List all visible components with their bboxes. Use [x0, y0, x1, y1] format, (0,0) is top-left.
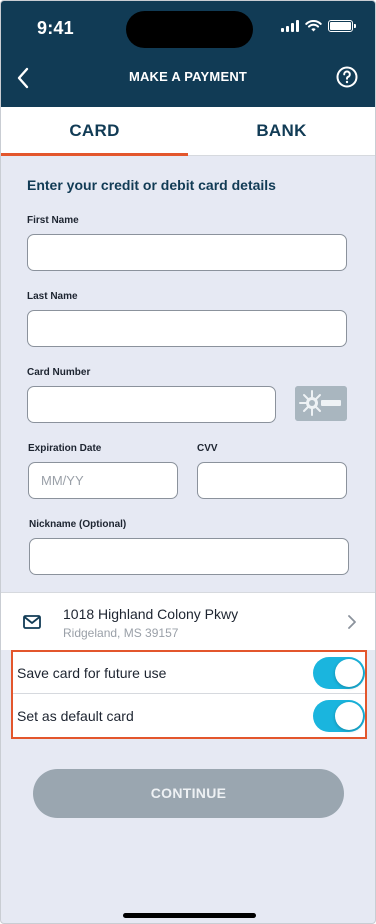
home-indicator	[123, 913, 256, 918]
last-name-label: Last Name	[27, 291, 78, 302]
save-card-toggle[interactable]	[313, 657, 365, 689]
tab-bank[interactable]: BANK	[188, 107, 375, 155]
address-line-1: 1018 Highland Colony Pkwy	[63, 606, 239, 622]
cvv-label: CVV	[197, 443, 218, 454]
default-card-toggle[interactable]	[313, 700, 365, 732]
billing-address-row[interactable]: 1018 Highland Colony Pkwy Ridgeland, MS …	[1, 592, 375, 650]
tab-card[interactable]: CARD	[1, 107, 188, 156]
form-heading: Enter your credit or debit card details	[27, 177, 276, 193]
cvv-field[interactable]	[197, 462, 347, 499]
last-name-field[interactable]	[27, 310, 347, 347]
card-options-group: Save card for future use Set as default …	[11, 650, 367, 739]
save-card-row: Save card for future use	[13, 652, 365, 694]
payment-method-tabs: CARD BANK	[1, 107, 375, 156]
mail-icon	[23, 615, 41, 629]
status-time: 9:41	[37, 18, 74, 38]
card-number-field[interactable]	[27, 386, 276, 423]
nickname-field[interactable]	[29, 538, 349, 575]
status-icons	[281, 20, 356, 32]
default-card-row: Set as default card	[13, 695, 365, 737]
wifi-icon	[305, 20, 322, 32]
cellular-signal-icon	[281, 20, 299, 32]
save-card-label: Save card for future use	[17, 665, 167, 681]
first-name-label: First Name	[27, 215, 79, 226]
address-line-2: Ridgeland, MS 39157	[63, 626, 179, 640]
dynamic-island	[126, 11, 253, 48]
default-card-label: Set as default card	[17, 708, 134, 724]
expiration-date-field[interactable]	[28, 462, 178, 499]
card-number-label: Card Number	[27, 367, 91, 378]
chevron-right-icon	[348, 615, 356, 629]
continue-button[interactable]: CONTINUE	[33, 769, 344, 818]
battery-icon	[328, 20, 356, 32]
expiration-date-label: Expiration Date	[28, 443, 102, 454]
question-circle-icon[interactable]	[335, 65, 359, 89]
first-name-field[interactable]	[27, 234, 347, 271]
card-scan-icon[interactable]	[295, 386, 347, 421]
app-header: 9:41 MAKE A PAYMENT	[1, 1, 375, 107]
page-title: MAKE A PAYMENT	[128, 69, 248, 84]
phone-screen: 9:41 MAKE A PAYMENT CARD BANK Enter your	[0, 0, 376, 924]
nickname-label: Nickname (Optional)	[29, 519, 127, 530]
